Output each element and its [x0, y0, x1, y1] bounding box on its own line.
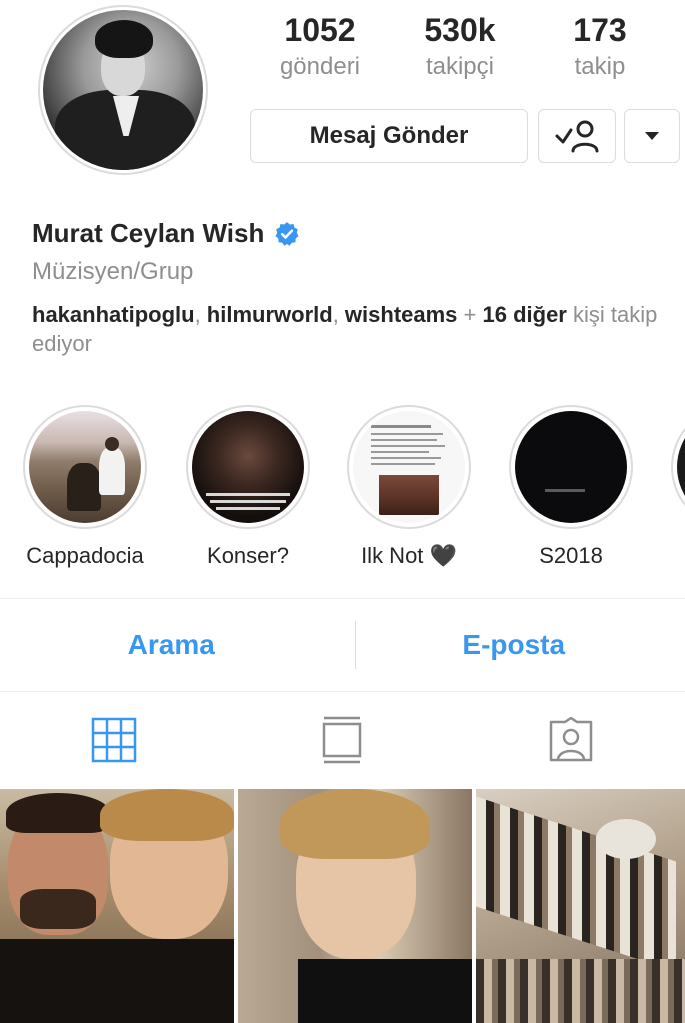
highlight-label: Cappadocia — [26, 543, 144, 568]
feed-list-icon — [323, 716, 362, 764]
highlight-ring — [509, 405, 633, 529]
tab-grid[interactable] — [0, 692, 228, 788]
highlight-ring — [671, 405, 685, 529]
highlight-ring — [23, 405, 147, 529]
highlight-cover-image — [677, 411, 685, 523]
highlight-label: S2018 — [539, 543, 603, 568]
stat-following[interactable]: 173 takip — [530, 10, 670, 84]
email-button[interactable]: E-posta — [343, 599, 685, 691]
profile-tabs — [0, 692, 685, 788]
highlight-label: Ilk Not 🖤 — [361, 543, 457, 568]
profile-category: Müzisyen/Grup — [32, 258, 194, 285]
contact-bar: Arama E-posta — [0, 598, 685, 692]
profile-name: Murat Ceylan Wish — [32, 218, 265, 248]
tab-feed[interactable] — [228, 692, 456, 788]
highlight-s2018[interactable]: S2018 — [509, 405, 633, 569]
send-message-button[interactable]: Mesaj Gönder — [250, 109, 528, 163]
stat-posts[interactable]: 1052 gönderi — [250, 10, 390, 84]
story-highlights: Cappadocia Konser? Ilk Not 🖤 S2018 — [0, 405, 685, 575]
stat-posts-count: 1052 — [284, 12, 356, 48]
highlight-konser[interactable]: Konser? — [186, 405, 310, 569]
stat-following-count: 173 — [573, 12, 627, 48]
followed-by-separator: , — [332, 302, 345, 327]
highlight-label: Konser? — [207, 543, 289, 568]
tab-tagged[interactable] — [457, 692, 685, 788]
following-button[interactable] — [538, 109, 616, 163]
stat-followers-label: takipçi — [425, 53, 494, 80]
followed-by-text[interactable]: hakanhatipoglu, hilmurworld, wishteams +… — [32, 300, 672, 358]
suggestions-dropdown-button[interactable] — [624, 109, 680, 163]
highlight-ring — [347, 405, 471, 529]
grid-icon — [91, 717, 137, 763]
stat-posts-label: gönderi — [279, 53, 361, 80]
tagged-person-icon — [549, 716, 592, 762]
following-person-check-icon — [555, 120, 599, 153]
post-thumbnail[interactable] — [476, 789, 685, 1023]
highlight-partial[interactable] — [671, 405, 685, 529]
highlight-cover-image — [29, 411, 141, 523]
highlight-cover-image — [515, 411, 627, 523]
caret-down-icon — [645, 132, 659, 140]
profile-stats: 1052 gönderi 530k takipçi 173 takip — [250, 10, 670, 84]
followed-by-others[interactable]: 16 diğer — [483, 302, 567, 327]
stat-following-label: takip — [574, 53, 626, 80]
highlight-ring — [186, 405, 310, 529]
highlight-cover-image — [353, 411, 465, 523]
post-thumbnail[interactable] — [238, 789, 472, 1023]
followed-by-separator: , — [194, 302, 207, 327]
followed-by-user[interactable]: wishteams — [345, 302, 458, 327]
followed-by-plus: + — [457, 302, 483, 327]
post-grid — [0, 789, 685, 1023]
contact-divider — [355, 621, 356, 669]
followed-by-user[interactable]: hilmurworld — [207, 302, 333, 327]
stat-followers[interactable]: 530k takipçi — [390, 10, 530, 84]
profile-name-row: Murat Ceylan Wish — [32, 218, 300, 249]
followed-by-user[interactable]: hakanhatipoglu — [32, 302, 195, 327]
post-thumbnail[interactable] — [0, 789, 234, 1023]
highlight-cover-image — [192, 411, 304, 523]
highlight-ilk-not[interactable]: Ilk Not 🖤 — [347, 405, 471, 569]
verified-badge-icon — [275, 221, 299, 246]
profile-avatar — [43, 10, 203, 170]
profile-avatar-ring[interactable] — [38, 5, 208, 175]
call-button[interactable]: Arama — [0, 599, 343, 691]
highlight-cappadocia[interactable]: Cappadocia — [23, 405, 147, 569]
stat-followers-count: 530k — [424, 12, 496, 48]
